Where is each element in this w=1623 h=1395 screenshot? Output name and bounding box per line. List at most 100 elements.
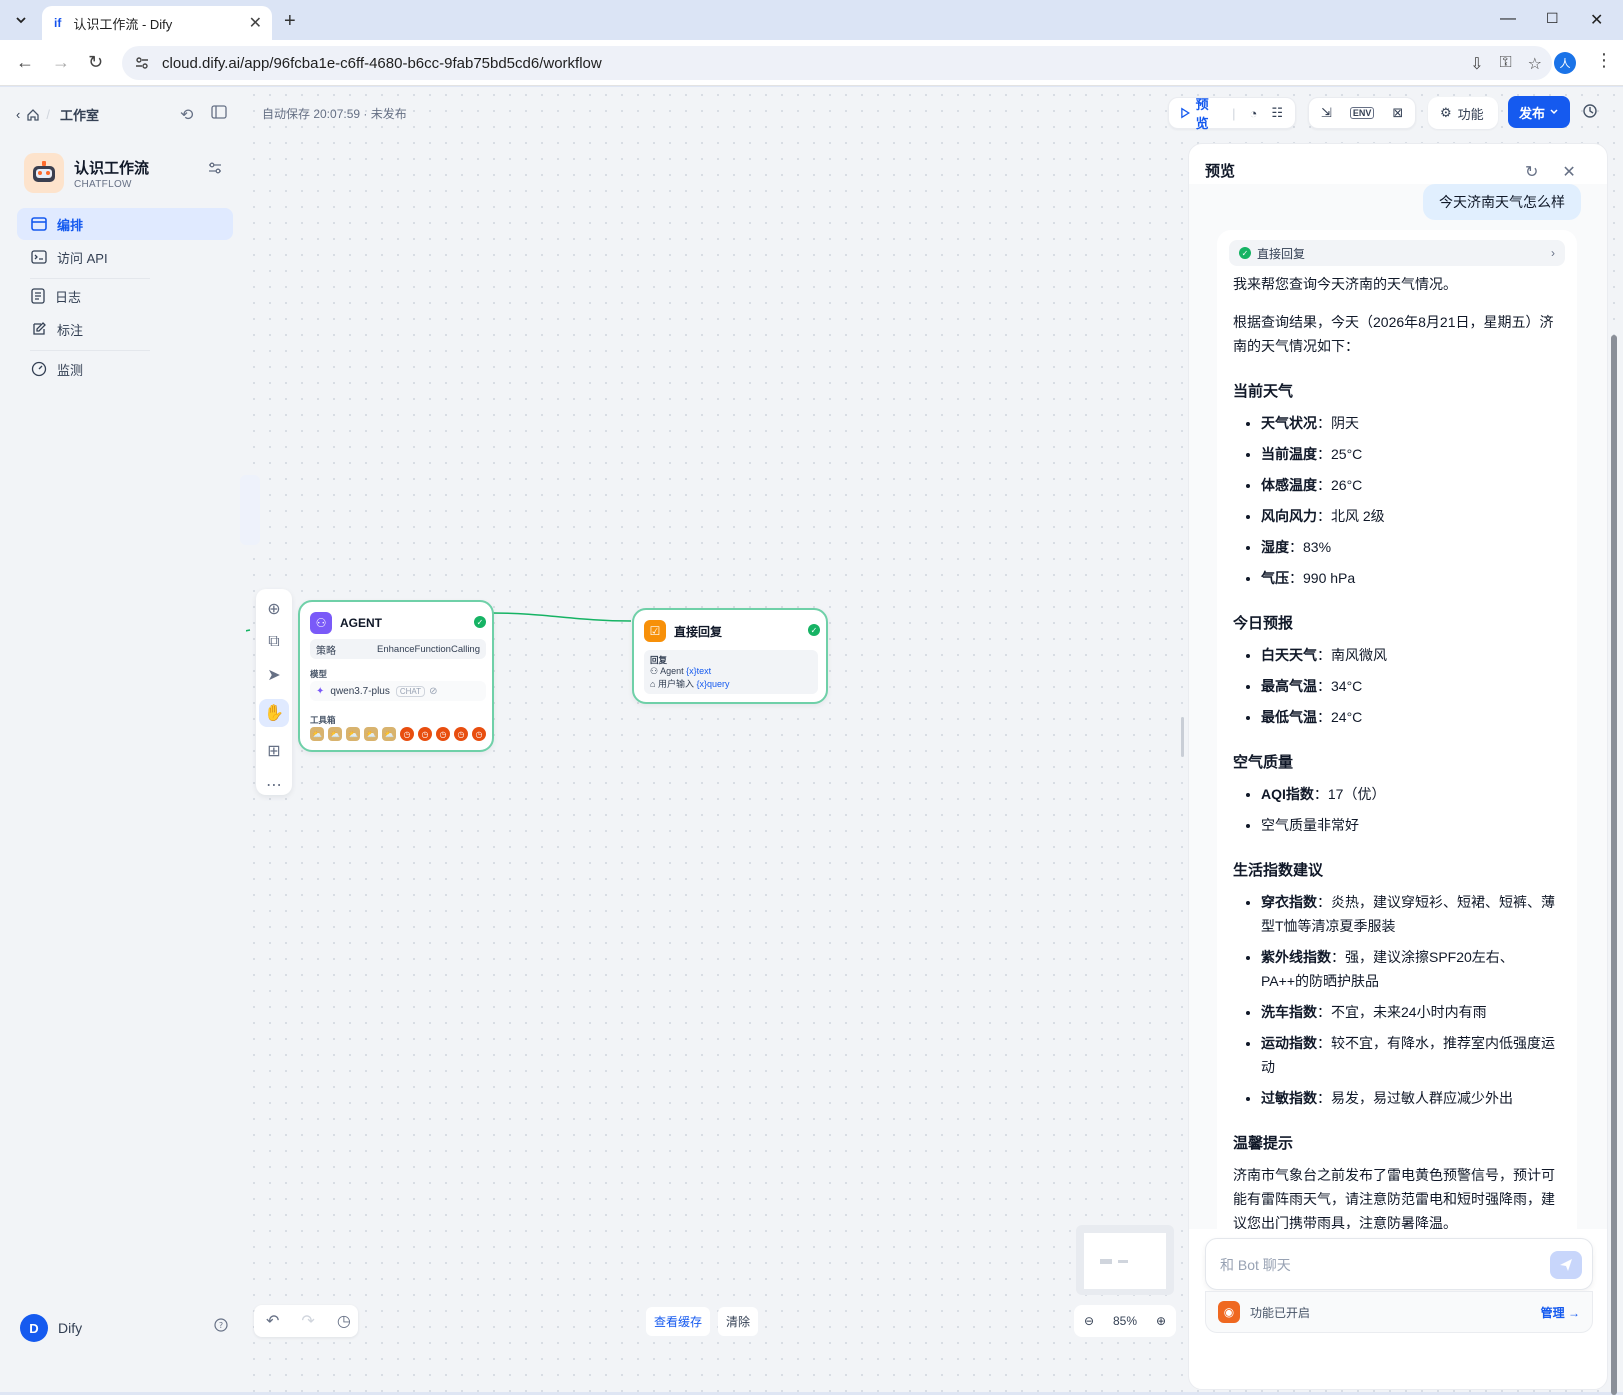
log-icon bbox=[31, 288, 45, 304]
browser-tab[interactable]: if 认识工作流 - Dify ✕ bbox=[42, 6, 272, 40]
sidebar-item-label: 日志 bbox=[55, 289, 82, 305]
list-item: 最高气温：34°C bbox=[1261, 674, 1561, 698]
edge-agent-reply bbox=[491, 612, 632, 622]
switch-icon[interactable]: ⟲ bbox=[180, 105, 193, 125]
list-item: AQI指数：17（优） bbox=[1261, 782, 1561, 806]
time-tool-icon: ◷ bbox=[454, 727, 468, 741]
features-enabled-bar: ◉ 功能已开启 管理 → bbox=[1205, 1291, 1593, 1333]
sidebar-header-actions: ⟲ bbox=[180, 105, 228, 125]
node-header: ⚇ AGENT bbox=[310, 612, 382, 634]
help-icon[interactable]: ? bbox=[214, 1318, 228, 1337]
chat-messages[interactable]: 今天济南天气怎么样 ✓ 直接回复 › 我来帮您查询今天济南的天气情况。 根据查询… bbox=[1189, 184, 1607, 1229]
bookmark-star-icon[interactable]: ☆ bbox=[1528, 54, 1542, 74]
view-cache-button[interactable]: 查看缓存 bbox=[646, 1307, 711, 1336]
maximize-window-icon[interactable]: ☐ bbox=[1546, 10, 1559, 27]
list-item: 湿度：83% bbox=[1261, 535, 1561, 559]
history-icon[interactable]: ◷ bbox=[337, 1311, 351, 1331]
agent-node[interactable]: ⚇ AGENT ✓ 策略 EnhanceFunctionCalling 模型 ✦… bbox=[298, 600, 494, 752]
answer-paragraph: 我来帮您查询今天济南的天气情况。 bbox=[1233, 276, 1457, 292]
features-icon: ⚙ bbox=[1440, 105, 1452, 120]
workspace-link[interactable]: 工作室 bbox=[60, 105, 99, 124]
zoom-level[interactable]: 85% bbox=[1113, 1314, 1137, 1328]
direct-reply-node[interactable]: ☑ 直接回复 ✓ 回复 ⚇ Agent {x}text ⌂ 用户输入 {x}qu… bbox=[632, 608, 828, 704]
browser-menu-icon[interactable]: ⋮ bbox=[1595, 50, 1613, 71]
publish-button[interactable]: 发布 bbox=[1508, 96, 1570, 128]
redo-icon[interactable]: ↷ bbox=[301, 1311, 314, 1331]
site-settings-icon[interactable] bbox=[134, 55, 150, 71]
features-button[interactable]: ⚙ 功能 bbox=[1428, 97, 1498, 129]
sidebar-item-orchestrate[interactable]: 编排 bbox=[17, 208, 233, 240]
zoom-out-icon[interactable]: ⊖ bbox=[1084, 1314, 1094, 1328]
pointer-icon[interactable]: ➤ bbox=[267, 665, 280, 685]
conversation-variables-icon[interactable]: ⊠ bbox=[1392, 105, 1403, 121]
sidebar-item-label: 标注 bbox=[57, 322, 84, 338]
url-bar[interactable]: cloud.dify.ai/app/96fcba1e-c6ff-4680-b6c… bbox=[122, 46, 1552, 80]
divider bbox=[30, 350, 150, 351]
home-icon[interactable] bbox=[26, 108, 40, 122]
close-icon[interactable]: ✕ bbox=[1562, 162, 1575, 182]
success-check-icon: ✓ bbox=[808, 624, 820, 636]
app-card[interactable]: 认识工作流 CHATFLOW bbox=[24, 153, 234, 201]
preview-button[interactable]: 预览 bbox=[1181, 94, 1218, 132]
send-button[interactable] bbox=[1550, 1251, 1582, 1279]
zoom-in-icon[interactable]: ⊕ bbox=[1156, 1314, 1166, 1328]
profile-avatar[interactable]: 人 bbox=[1554, 52, 1576, 74]
sidebar-item-monitor[interactable]: 监测 bbox=[17, 353, 233, 385]
app-settings-icon[interactable] bbox=[208, 161, 222, 179]
run-history-icon[interactable]: ◔ bbox=[1249, 106, 1257, 121]
chevron-right-icon: › bbox=[1551, 246, 1555, 260]
hand-tool-icon[interactable]: ✋ bbox=[259, 699, 289, 727]
organize-blocks-icon[interactable]: ⊞ bbox=[267, 741, 280, 761]
preview-label: 预览 bbox=[1195, 97, 1209, 131]
restart-icon[interactable]: ↻ bbox=[1525, 162, 1538, 182]
forward-arrow-icon[interactable]: → bbox=[52, 52, 70, 73]
undo-icon[interactable]: ↶ bbox=[266, 1311, 279, 1331]
features-label: 功能 bbox=[1457, 106, 1484, 122]
add-node-icon[interactable]: ⊕ bbox=[267, 599, 280, 619]
panel-resize-handle[interactable] bbox=[1181, 717, 1184, 757]
tab-title: 认识工作流 - Dify bbox=[73, 16, 173, 32]
user-account[interactable]: D Dify ? bbox=[20, 1314, 236, 1342]
back-arrow-icon[interactable]: ← bbox=[16, 52, 34, 73]
workflow-step[interactable]: ✓ 直接回复 › bbox=[1229, 240, 1565, 266]
sidebar-item-logs[interactable]: 日志 bbox=[17, 280, 233, 312]
version-history-icon[interactable] bbox=[1582, 103, 1598, 124]
more-icon[interactable]: ⋯ bbox=[266, 775, 282, 795]
reload-icon[interactable]: ↻ bbox=[88, 52, 103, 73]
page-scrollbar[interactable] bbox=[1609, 287, 1619, 1395]
agent-small-icon: ⚇ bbox=[650, 666, 659, 676]
var-name: {x}query bbox=[696, 679, 730, 689]
minimap[interactable] bbox=[1076, 1225, 1174, 1295]
sidebar-item-api[interactable]: 访问 API bbox=[17, 241, 233, 273]
new-tab-button[interactable]: + bbox=[284, 10, 296, 33]
answer-heading: 温馨提示 bbox=[1233, 1135, 1294, 1152]
sidebar-item-annotation[interactable]: 标注 bbox=[17, 313, 233, 345]
env-variables-icon[interactable]: ENV bbox=[1349, 107, 1375, 119]
home-small-icon: ⌂ bbox=[650, 679, 656, 689]
collapse-sidebar-icon[interactable] bbox=[211, 105, 228, 119]
answer-list: 穿衣指数：炎热，建议穿短衫、短裙、短裤、薄型T恤等清凉夏季服装 紫外线指数：强，… bbox=[1233, 890, 1561, 1110]
list-item: 天气状况：阴天 bbox=[1261, 411, 1561, 435]
chat-input[interactable]: 和 Bot 聊天 bbox=[1205, 1238, 1593, 1290]
manage-features-link[interactable]: 管理 → bbox=[1541, 1304, 1580, 1321]
list-item: 当前温度：25°C bbox=[1261, 442, 1561, 466]
minimize-window-icon[interactable]: — bbox=[1500, 10, 1516, 28]
install-app-icon[interactable]: ⇩ bbox=[1470, 54, 1483, 74]
send-icon bbox=[1560, 1259, 1572, 1271]
list-item: 穿衣指数：炎热，建议穿短衫、短裙、短裤、薄型T恤等清凉夏季服装 bbox=[1261, 890, 1561, 938]
preview-title: 预览 bbox=[1205, 163, 1236, 180]
tab-search-button[interactable] bbox=[8, 8, 34, 32]
import-dsl-icon[interactable]: ⇲ bbox=[1321, 105, 1332, 121]
time-tool-icon: ◷ bbox=[436, 727, 450, 741]
dify-app: ‹ / 工作室 ⟲ 认识工作流 CHATFLOW 编排 访问 API 日志 标注… bbox=[0, 87, 1623, 1395]
list-item: 白天天气：南风微风 bbox=[1261, 643, 1561, 667]
tools-list: ⛅ ⛅ ⛅ ⛅ ⛅ ◷ ◷ ◷ ◷ ◷ bbox=[310, 727, 486, 741]
clear-cache-button[interactable]: 清除 bbox=[718, 1307, 759, 1336]
address-bar-row: ← → ↻ cloud.dify.ai/app/96fcba1e-c6ff-46… bbox=[0, 40, 1623, 86]
close-window-icon[interactable]: ✕ bbox=[1590, 10, 1603, 30]
close-tab-icon[interactable]: ✕ bbox=[249, 13, 262, 33]
password-key-icon[interactable]: ⚿ bbox=[1499, 54, 1511, 74]
checklist-icon[interactable]: ☷ bbox=[1271, 105, 1283, 121]
chevron-left-icon[interactable]: ‹ bbox=[16, 107, 20, 122]
add-note-icon[interactable]: ⧉ bbox=[268, 633, 279, 651]
